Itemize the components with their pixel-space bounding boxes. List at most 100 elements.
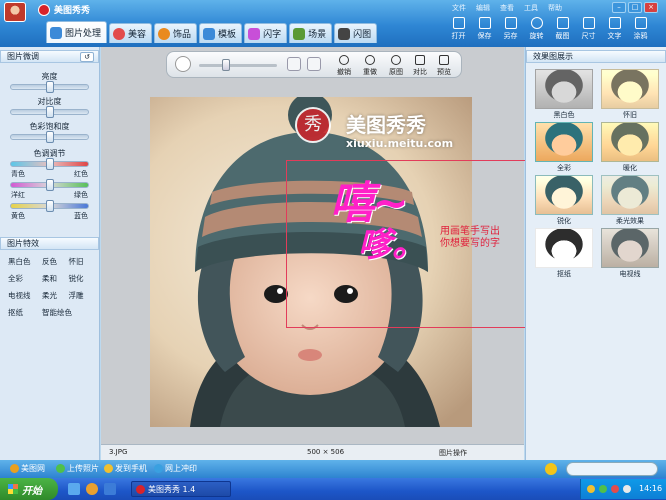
photo-icon [50,26,62,39]
effect-invert[interactable]: 反色 [42,256,65,267]
effect-thumbnail[interactable]: 锐化 [534,175,594,226]
tab-template[interactable]: 模板 [199,23,243,43]
magenta-green-slider[interactable] [10,179,89,191]
reset-icon[interactable]: ↺ [80,52,94,62]
effect-vintage[interactable]: 怀旧 [69,256,92,267]
windows-logo-icon [8,484,18,494]
effect-thumbnail[interactable]: 全彩 [534,122,594,173]
original-button[interactable]: 原图 [389,55,403,77]
fit-window-button[interactable] [287,57,301,71]
thumbnail-image [535,175,593,215]
effect-emboss[interactable]: 浮雕 [69,290,92,301]
effect-tv-lines[interactable]: 电视线 [8,290,38,301]
text-icon [248,27,261,40]
text-button[interactable]: 文字 [604,17,625,41]
effect-sharpen[interactable]: 锐化 [69,273,92,284]
effect-full-color[interactable]: 全彩 [8,273,38,284]
menu-view[interactable]: 查看 [500,3,514,13]
brightness-slider[interactable] [10,81,89,93]
contrast-slider[interactable] [10,106,89,118]
preview-button[interactable]: 预览 [437,55,451,77]
zoom-slider[interactable] [199,59,277,71]
zoom-thumb[interactable] [222,59,231,71]
slider-thumb[interactable] [45,106,54,118]
magnifier-icon[interactable] [175,56,191,72]
slider-thumb[interactable] [45,179,54,191]
tab-scene[interactable]: 场景 [289,23,333,43]
effect-soft-light[interactable]: 柔光 [42,290,65,301]
open-button[interactable]: 打开 [448,17,469,41]
right-panel: 效果图展示 黑白色 怀旧 全彩 暖化 锐化 柔光效果 抠纸 电视线 [525,47,666,460]
tool-label: 保存 [477,32,492,40]
browser-icon[interactable] [104,483,116,495]
thumbnail-image [601,175,659,215]
taskbar-app-item[interactable]: 美图秀秀 1.4 [131,481,231,497]
slider-thumb[interactable] [45,81,54,93]
qq-icon[interactable] [86,483,98,495]
effect-thumbnail[interactable]: 暖化 [600,122,660,173]
ornament-icon [158,27,171,40]
effect-soft[interactable]: 柔和 [42,273,65,284]
save-button[interactable]: 保存 [474,17,495,41]
tab-flash-image[interactable]: 闪图 [334,23,378,43]
effect-smart-color[interactable]: 智能绘色 [42,307,91,318]
effects-panel-header: 图片特效 [0,237,99,250]
close-button[interactable]: × [644,2,658,13]
effect-thumbnail[interactable]: 怀旧 [600,69,660,120]
actual-size-button[interactable] [307,57,321,71]
start-button[interactable]: 开始 [0,478,58,500]
undo-button[interactable]: 撤销 [337,55,351,77]
compare-button[interactable]: 对比 [413,55,427,77]
tab-label: 美容 [128,30,147,40]
effect-thumbnail[interactable]: 柔光效果 [600,175,660,226]
crop-button[interactable]: 截图 [552,17,573,41]
doodle-button[interactable]: 涂鸦 [630,17,651,41]
save-as-button[interactable]: 另存 [500,17,521,41]
effect-thumbnail[interactable]: 黑白色 [534,69,594,120]
tool-label: 截图 [555,32,570,40]
user-avatar[interactable] [4,2,26,22]
menu-edit[interactable]: 编辑 [476,3,490,13]
slider-thumb[interactable] [45,131,54,143]
tab-flash-text[interactable]: 闪字 [244,23,288,43]
input-method-bar[interactable] [566,462,658,476]
save-as-icon [504,17,517,29]
menu-help[interactable]: 帮助 [548,3,562,13]
yellow-blue-slider[interactable] [10,200,89,212]
undo-icon [339,55,349,65]
resize-button[interactable]: 尺寸 [578,17,599,41]
tray-icon[interactable] [599,485,607,493]
effect-paper-cut[interactable]: 抠纸 [8,307,38,318]
saturation-slider[interactable] [10,131,89,143]
slider-thumb[interactable] [45,158,54,170]
meitu-logo-badge: 秀 [295,107,331,143]
end-label: 黄色 [11,212,25,220]
link-send-to-phone[interactable]: 发到手机 [104,463,147,474]
left-panel: 图片微调 ↺ 亮度 对比度 色彩饱和度 色调调节 青色 红色 洋红 绿色 黄色 蓝色 … [0,47,100,460]
effect-thumbnail[interactable]: 电视线 [600,228,660,279]
thumbnail-image [535,69,593,109]
link-online-print[interactable]: 网上冲印 [154,463,197,474]
minimize-button[interactable]: – [612,2,626,13]
show-desktop-icon[interactable] [68,483,80,495]
effect-thumbnail[interactable]: 抠纸 [534,228,594,279]
link-meitu-site[interactable]: 美图网 [10,463,45,474]
redo-button[interactable]: 重做 [363,55,377,77]
menu-tools[interactable]: 工具 [524,3,538,13]
tray-icon[interactable] [611,485,619,493]
cyan-red-slider[interactable] [10,158,89,170]
smiley-icon[interactable] [545,463,557,475]
tab-photo-processing[interactable]: 图片处理 [46,21,108,43]
tray-icon[interactable] [587,485,595,493]
rotate-button[interactable]: 旋转 [526,17,547,41]
maximize-button[interactable]: □ [628,2,642,13]
effects-panel-title: 图片特效 [7,239,39,248]
link-upload-photo[interactable]: 上传照片 [56,463,99,474]
compare-icon [415,55,425,65]
effect-bw[interactable]: 黑白色 [8,256,38,267]
slider-thumb[interactable] [45,200,54,212]
tab-beauty[interactable]: 美容 [109,23,153,43]
menu-file[interactable]: 文件 [452,3,466,13]
volume-icon[interactable] [623,485,631,493]
tab-ornament[interactable]: 饰品 [154,23,198,43]
